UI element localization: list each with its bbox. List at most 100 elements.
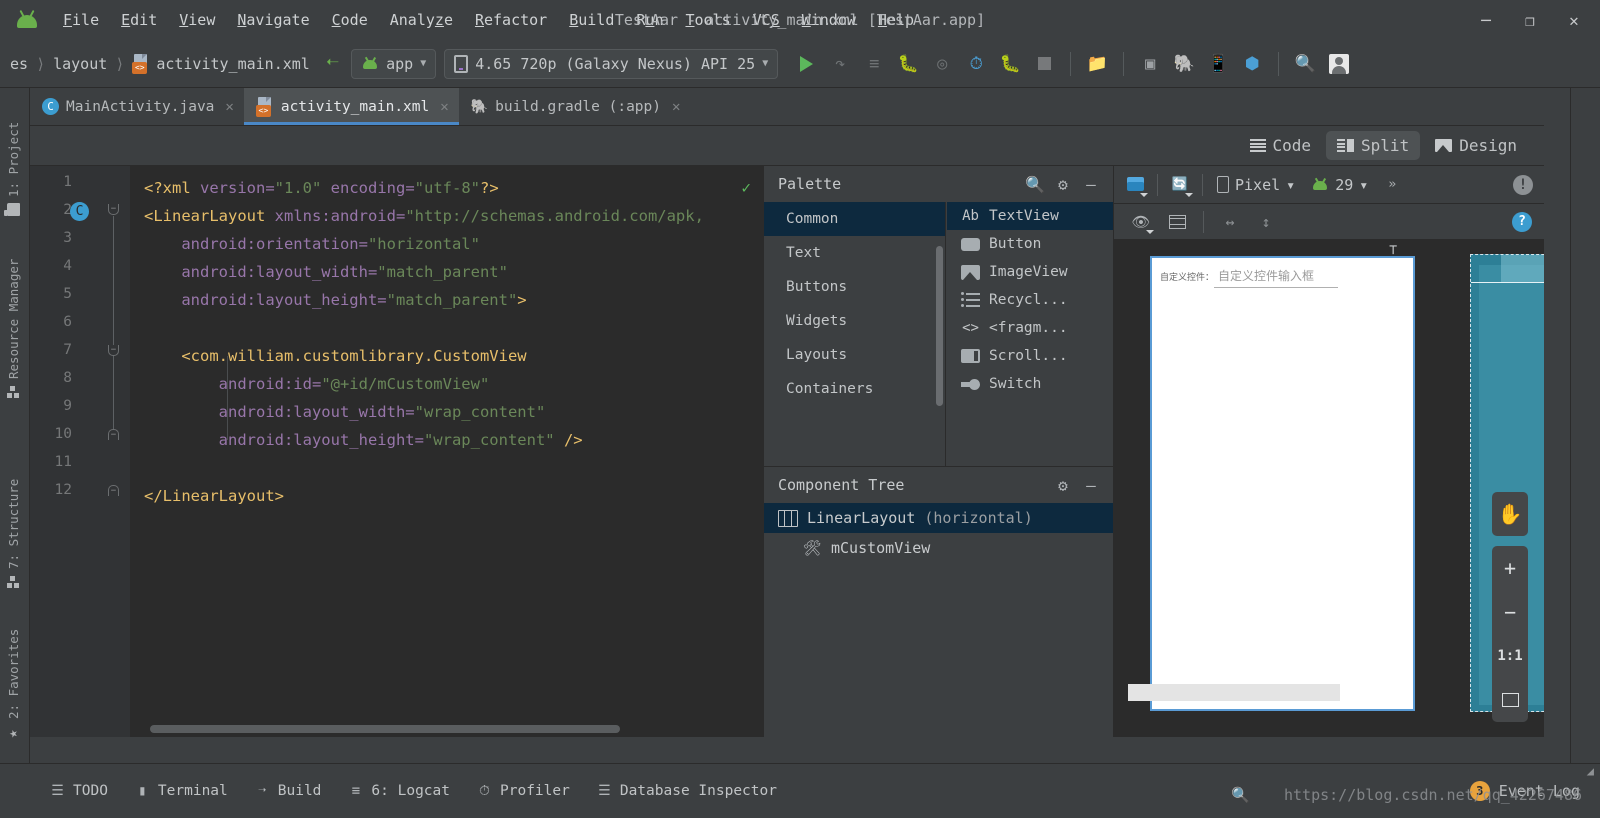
- menu-file[interactable]: File: [52, 6, 110, 34]
- minimize-icon[interactable]: —: [1077, 471, 1105, 499]
- profiler-icon[interactable]: ⏱: [960, 48, 992, 80]
- visibility-icon[interactable]: 👁: [1126, 207, 1156, 237]
- pan-hand-icon[interactable]: ✋: [1492, 492, 1528, 536]
- avd-manager-icon[interactable]: ▣: [1134, 48, 1166, 80]
- search-icon[interactable]: 🔍: [1021, 170, 1049, 198]
- minimize-icon[interactable]: —: [1077, 170, 1105, 198]
- code-editor[interactable]: 1 2 3 4 5 6 7 8 9 10 11 12 C − − − − <?x…: [30, 166, 763, 737]
- fold-marker-icon[interactable]: −: [108, 485, 119, 496]
- breadcrumb-item-layout[interactable]: layout: [49, 53, 111, 75]
- account-icon[interactable]: [1323, 48, 1355, 80]
- status-item-logcat[interactable]: ≡ 6: Logcat: [336, 778, 461, 804]
- design-surface-layers-icon[interactable]: [1120, 170, 1150, 200]
- vertical-resize-icon[interactable]: ↕: [1251, 207, 1281, 237]
- palette-category-layouts[interactable]: Layouts: [764, 338, 945, 372]
- breadcrumb-item-file[interactable]: <> activity_main.xml: [128, 52, 314, 76]
- sidebar-item-project[interactable]: 1: Project: [6, 122, 21, 216]
- code-text-area[interactable]: <?xml version="1.0" encoding="utf-8"?> <…: [130, 166, 763, 737]
- tab-mainactivity-java[interactable]: C MainActivity.java ✕: [30, 88, 244, 125]
- editor-gutter[interactable]: 1 2 3 4 5 6 7 8 9 10 11 12 C − − − −: [30, 166, 130, 737]
- mode-design-button[interactable]: Design: [1424, 131, 1528, 160]
- breadcrumb-item-res[interactable]: es: [6, 53, 32, 75]
- fold-marker-icon[interactable]: −: [108, 204, 119, 215]
- menu-help[interactable]: Help: [867, 6, 925, 34]
- hammer-icon[interactable]: ➝: [314, 51, 351, 76]
- sidebar-item-structure[interactable]: 7: Structure: [6, 479, 21, 588]
- menu-vcs[interactable]: VCS: [742, 6, 791, 34]
- rerun-icon[interactable]: ↷: [824, 48, 856, 80]
- run-configuration-selector[interactable]: app ▼: [351, 49, 436, 79]
- warning-issue-icon[interactable]: !: [1508, 170, 1538, 200]
- menu-code[interactable]: Code: [321, 6, 379, 34]
- rotate-orientation-icon[interactable]: 🔄: [1165, 170, 1195, 200]
- palette-item-button[interactable]: Button: [947, 230, 1113, 258]
- run-icon[interactable]: [790, 48, 822, 80]
- status-item-todo[interactable]: ☰ TODO: [38, 778, 119, 804]
- device-selector[interactable]: 4.65 720p (Galaxy Nexus) API 25 ▼: [444, 49, 778, 79]
- device-preview-frame[interactable]: 自定义控件： 自定义控件输入框: [1150, 256, 1415, 711]
- close-icon[interactable]: ✕: [225, 99, 233, 115]
- minimize-button[interactable]: ─: [1464, 0, 1508, 40]
- menu-window[interactable]: Window: [791, 6, 867, 34]
- zoom-in-button[interactable]: +: [1492, 546, 1528, 590]
- menu-navigate[interactable]: Navigate: [226, 6, 320, 34]
- search-icon[interactable]: 🔍: [1289, 48, 1321, 80]
- zoom-out-button[interactable]: −: [1492, 590, 1528, 634]
- menu-tools[interactable]: Tools: [674, 6, 741, 34]
- status-item-terminal[interactable]: ▮ Terminal: [123, 778, 239, 804]
- palette-category-text[interactable]: Text: [764, 236, 945, 270]
- design-toolbar-overflow[interactable]: »: [1377, 170, 1407, 200]
- close-button[interactable]: ✕: [1552, 0, 1596, 40]
- menu-refactor[interactable]: Refactor: [464, 6, 558, 34]
- component-tree-node-mcustomview[interactable]: 🛠 mCustomView: [764, 533, 1113, 563]
- actual-size-button[interactable]: 1:1: [1492, 634, 1528, 678]
- fold-marker-icon[interactable]: −: [108, 345, 119, 356]
- menu-view[interactable]: View: [168, 6, 226, 34]
- horizontal-resize-icon[interactable]: ↔: [1215, 207, 1245, 237]
- design-device-selector[interactable]: Pixel ▾: [1210, 173, 1302, 197]
- design-api-selector[interactable]: 29 ▾: [1304, 173, 1375, 197]
- sidebar-item-resource-manager[interactable]: Resource Manager: [6, 259, 21, 398]
- palette-category-widgets[interactable]: Widgets: [764, 304, 945, 338]
- grid-icon[interactable]: [1162, 207, 1192, 237]
- design-canvas[interactable]: ⊤ 自定义控件： 自定义控件输入框 ✋ + − 1:1: [1114, 240, 1544, 737]
- close-icon[interactable]: ✕: [440, 99, 448, 115]
- gear-icon[interactable]: ⚙: [1049, 471, 1077, 499]
- mode-split-button[interactable]: Split: [1326, 131, 1420, 160]
- attach-debugger-icon[interactable]: ◎: [926, 48, 958, 80]
- help-icon[interactable]: ?: [1512, 212, 1532, 232]
- mode-code-button[interactable]: Code: [1239, 131, 1323, 160]
- gear-icon[interactable]: ⚙: [1049, 170, 1077, 198]
- palette-item-scrollview[interactable]: Scroll...: [947, 342, 1113, 370]
- maximize-button[interactable]: ❐: [1508, 0, 1552, 40]
- palette-item-textview[interactable]: Ab TextView: [947, 202, 1113, 230]
- menu-build[interactable]: Build: [558, 6, 625, 34]
- tab-build-gradle[interactable]: 🐘 build.gradle (:app) ✕: [459, 88, 691, 125]
- palette-scrollbar[interactable]: [936, 246, 943, 406]
- component-tree-node-linearlayout[interactable]: LinearLayout (horizontal): [764, 503, 1113, 533]
- menu-run[interactable]: Run: [625, 6, 674, 34]
- palette-item-fragment[interactable]: <> <fragm...: [947, 314, 1113, 342]
- resize-grip-icon[interactable]: ◢: [1587, 764, 1594, 778]
- class-marker-icon[interactable]: C: [70, 202, 89, 221]
- fold-marker-icon[interactable]: −: [108, 429, 119, 440]
- close-icon[interactable]: ✕: [672, 99, 680, 115]
- fit-screen-icon[interactable]: [1492, 678, 1528, 722]
- menu-edit[interactable]: Edit: [110, 6, 168, 34]
- gradle-sync-icon[interactable]: 🐘: [1168, 48, 1200, 80]
- sidebar-item-favorites[interactable]: ★ 2: Favorites: [6, 629, 21, 738]
- menu-analyze[interactable]: Analyze: [379, 6, 464, 34]
- status-item-build[interactable]: ➝ Build: [243, 778, 333, 804]
- stop-icon[interactable]: [1028, 48, 1060, 80]
- palette-category-buttons[interactable]: Buttons: [764, 270, 945, 304]
- tab-activity-main-xml[interactable]: <> activity_main.xml ✕: [244, 88, 459, 125]
- debug-icon[interactable]: 🐛: [892, 48, 924, 80]
- palette-item-switch[interactable]: Switch: [947, 370, 1113, 398]
- sdk-manager-icon[interactable]: 📱: [1202, 48, 1234, 80]
- palette-category-common[interactable]: Common: [764, 202, 945, 236]
- apply-changes-icon[interactable]: ≡: [858, 48, 890, 80]
- debug-apply-icon[interactable]: 🐛: [994, 48, 1026, 80]
- checkmark-ok-icon[interactable]: ✓: [741, 178, 751, 197]
- palette-item-imageview[interactable]: ImageView: [947, 258, 1113, 286]
- status-item-profiler[interactable]: ⏱ Profiler: [465, 778, 581, 804]
